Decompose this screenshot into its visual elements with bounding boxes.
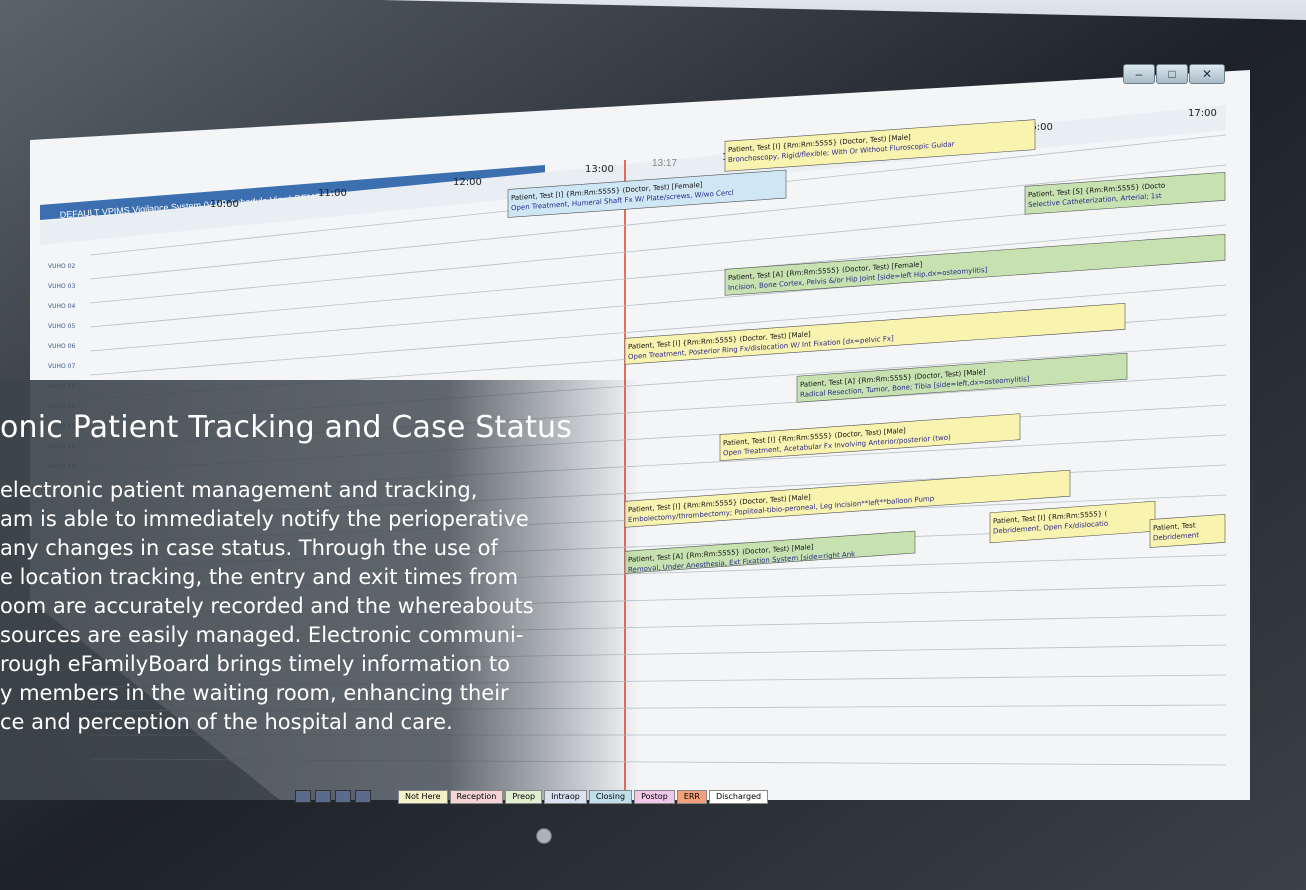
legend-not-here: Not Here bbox=[398, 790, 448, 804]
case-block[interactable]: Patient, TestDebridement bbox=[1149, 514, 1226, 548]
power-button[interactable] bbox=[536, 828, 552, 844]
time-label: 12:00 bbox=[453, 177, 482, 188]
overlay-line: any changes in case status. Through the … bbox=[0, 536, 498, 560]
room-label[interactable]: VUHO 05 bbox=[48, 323, 75, 330]
legend-preop: Preop bbox=[505, 790, 543, 804]
overlay-line: am is able to immediately notify the per… bbox=[0, 507, 529, 531]
legend-postop: Postop bbox=[634, 790, 675, 804]
time-label: 11:00 bbox=[318, 188, 347, 199]
overlay-body: electronic patient management and tracki… bbox=[0, 476, 620, 737]
room-label[interactable]: VUHO 07 bbox=[48, 363, 75, 370]
overlay-headline: onic Patient Tracking and Case Status bbox=[0, 410, 573, 445]
time-label: 10:00 bbox=[210, 199, 239, 210]
legend-err: ERR bbox=[676, 790, 707, 804]
room-label[interactable]: VUHO 03 bbox=[48, 283, 75, 290]
grid-icon[interactable] bbox=[355, 790, 371, 803]
toolbar-icons bbox=[295, 790, 371, 803]
case-block[interactable]: Patient, Test [A] {Rm:Rm:5555} (Doctor, … bbox=[624, 530, 916, 574]
overlay-line: sources are easily managed. Electronic c… bbox=[0, 623, 524, 647]
chart-icon[interactable] bbox=[335, 790, 351, 803]
status-legend: Not Here Reception Preop Intraop Closing Post… bbox=[398, 790, 769, 804]
case-block[interactable]: Patient, Test [S] {Rm:Rm:5555} (DoctoSel… bbox=[1024, 172, 1226, 215]
view-icon[interactable] bbox=[295, 790, 311, 803]
case-block[interactable]: Patient, Test [I] {Rm:Rm:5555} (Doctor, … bbox=[724, 119, 1036, 172]
room-label[interactable]: VUHO 02 bbox=[48, 263, 75, 270]
minimize-button[interactable]: – bbox=[1123, 64, 1155, 84]
case-block[interactable]: Patient, Test [A] {Rm:Rm:5555} (Doctor, … bbox=[724, 234, 1226, 296]
legend-discharged: Discharged bbox=[708, 790, 769, 804]
legend-intraop: Intraop bbox=[544, 790, 587, 804]
room-label[interactable]: VUHO 04 bbox=[48, 303, 75, 310]
overlay-line: y members in the waiting room, enhancing… bbox=[0, 681, 509, 705]
overlay-line: rough eFamilyBoard brings timely informa… bbox=[0, 652, 510, 676]
legend-closing: Closing bbox=[588, 790, 633, 804]
overlay-line: e location tracking, the entry and exit … bbox=[0, 565, 519, 589]
case-block[interactable]: Patient, Test [I] {Rm:Rm:5555} (Debridem… bbox=[989, 500, 1156, 544]
legend-reception: Reception bbox=[449, 790, 504, 804]
current-time-label: 13:17 bbox=[652, 158, 677, 169]
time-label: 13:00 bbox=[585, 164, 614, 175]
overlay-line: oom are accurately recorded and the wher… bbox=[0, 594, 534, 618]
print-icon[interactable] bbox=[315, 790, 331, 803]
overlay-line: electronic patient management and tracki… bbox=[0, 478, 478, 502]
maximize-button[interactable]: □ bbox=[1156, 64, 1188, 84]
close-button[interactable]: ✕ bbox=[1189, 64, 1225, 84]
overlay-line: ce and perception of the hospital and ca… bbox=[0, 710, 453, 734]
time-label: 17:00 bbox=[1188, 108, 1217, 119]
case-block[interactable]: Patient, Test [A] {Rm:Rm:5555} (Doctor, … bbox=[796, 352, 1128, 403]
room-label[interactable]: VUHO 06 bbox=[48, 343, 75, 350]
